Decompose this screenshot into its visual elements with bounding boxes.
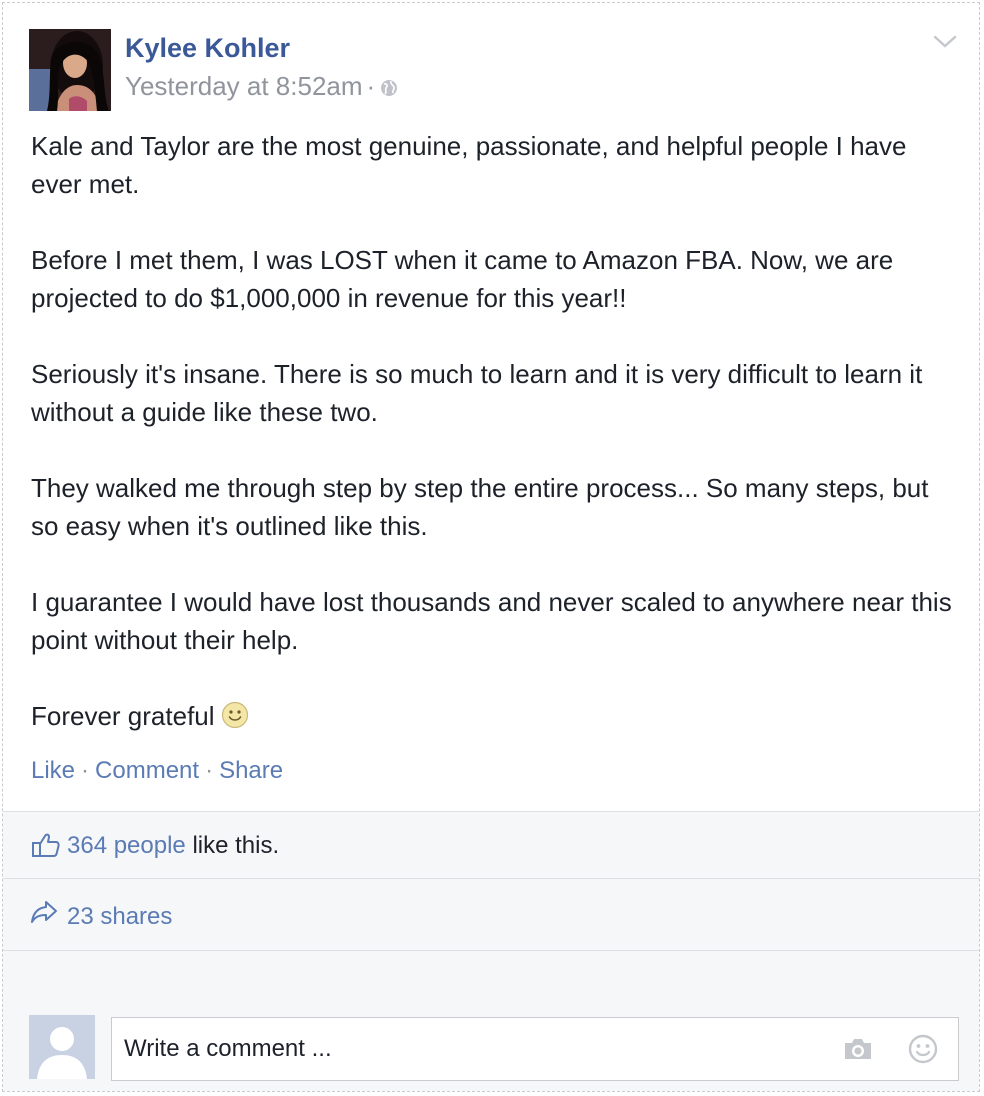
author-avatar[interactable]	[29, 29, 111, 111]
meta-separator: ·	[366, 71, 376, 101]
share-arrow-icon	[29, 899, 59, 930]
share-link[interactable]: Share	[219, 757, 283, 784]
likes-count-link[interactable]: 364 people	[67, 832, 186, 859]
comment-link[interactable]: Comment	[95, 757, 199, 784]
post-paragraph: I guarantee I would have lost thousands …	[31, 587, 952, 655]
viewer-avatar	[29, 1015, 95, 1079]
author-avatar-image	[29, 29, 111, 111]
smiley-icon	[221, 701, 249, 739]
post-body: Kale and Taylor are the most genuine, pa…	[31, 127, 961, 739]
emoji-picker-icon[interactable]	[908, 1034, 938, 1069]
action-separator: ·	[205, 757, 214, 784]
post-timestamp[interactable]: Yesterday at 8:52am	[125, 71, 363, 101]
post-paragraph: Before I met them, I was LOST when it ca…	[31, 245, 894, 313]
post-card: Kylee Kohler Yesterday at 8:52am · Kale a…	[2, 2, 980, 1092]
post-closing: Forever grateful	[31, 697, 961, 739]
comment-input[interactable]: Write a comment ...	[111, 1017, 959, 1081]
likes-suffix: like this.	[185, 832, 280, 859]
thumbs-up-icon	[31, 832, 61, 863]
likes-text: 364 people like this.	[67, 832, 279, 860]
like-link[interactable]: Like	[31, 757, 75, 784]
shares-count-link[interactable]: 23 shares	[67, 903, 172, 931]
author-name[interactable]: Kylee Kohler	[125, 33, 290, 64]
post-paragraph: They walked me through step by step the …	[31, 473, 929, 541]
chevron-down-icon[interactable]	[933, 33, 957, 51]
shares-summary: 23 shares	[3, 879, 979, 951]
action-separator: ·	[81, 757, 90, 784]
camera-icon[interactable]	[842, 1036, 874, 1067]
post-paragraph: Kale and Taylor are the most genuine, pa…	[31, 131, 907, 199]
comment-placeholder: Write a comment ...	[124, 1035, 332, 1062]
closing-text: Forever grateful	[31, 701, 215, 731]
post-actions: Like · Comment · Share	[31, 757, 283, 785]
likes-summary: 364 people like this.	[3, 811, 979, 879]
globe-icon[interactable]	[379, 74, 399, 105]
post-paragraph: Seriously it's insane. There is so much …	[31, 359, 923, 427]
post-meta: Yesterday at 8:52am ·	[125, 71, 399, 105]
